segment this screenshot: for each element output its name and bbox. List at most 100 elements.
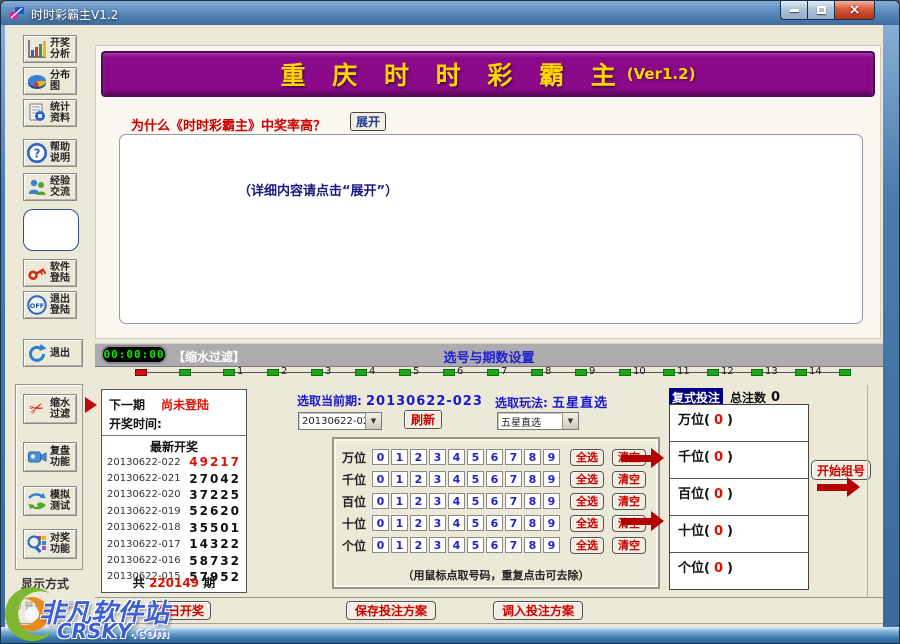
- timeline-tick[interactable]: [443, 369, 455, 376]
- digit-cell[interactable]: 1: [391, 537, 408, 553]
- timeline-tick[interactable]: [707, 369, 719, 376]
- timeline-tick[interactable]: [751, 369, 763, 376]
- digit-cell[interactable]: 6: [486, 449, 503, 465]
- digit-cell[interactable]: 0: [372, 515, 389, 531]
- digit-cell[interactable]: 5: [467, 515, 484, 531]
- digit-cell[interactable]: 7: [505, 537, 522, 553]
- play-type-dropdown[interactable]: 五星直选 ▼: [497, 412, 579, 430]
- sidebar-button-help[interactable]: ? 帮助说明: [23, 139, 77, 167]
- select-all-button[interactable]: 全选: [570, 537, 604, 554]
- digit-cell[interactable]: 4: [448, 515, 465, 531]
- digit-cell[interactable]: 1: [391, 449, 408, 465]
- digit-cell[interactable]: 4: [448, 537, 465, 553]
- select-all-button[interactable]: 全选: [570, 471, 604, 488]
- digit-cell[interactable]: 2: [410, 449, 427, 465]
- digit-cell[interactable]: 9: [543, 471, 560, 487]
- select-all-button[interactable]: 全选: [570, 493, 604, 510]
- sidebar-button-replay[interactable]: 复盘功能: [23, 442, 77, 472]
- digit-cell[interactable]: 5: [467, 471, 484, 487]
- digit-cell[interactable]: 1: [391, 515, 408, 531]
- digit-cell[interactable]: 0: [372, 493, 389, 509]
- digit-cell[interactable]: 6: [486, 493, 503, 509]
- sidebar-button-distribution[interactable]: 分布图: [23, 67, 77, 95]
- digit-cell[interactable]: 0: [372, 449, 389, 465]
- clear-button[interactable]: 清空: [612, 471, 646, 488]
- digit-cell[interactable]: 4: [448, 493, 465, 509]
- digit-cell[interactable]: 5: [467, 449, 484, 465]
- digit-cell[interactable]: 3: [429, 493, 446, 509]
- digit-cell[interactable]: 6: [486, 515, 503, 531]
- digit-cell[interactable]: 5: [467, 537, 484, 553]
- digit-cell[interactable]: 7: [505, 471, 522, 487]
- digit-cell[interactable]: 8: [524, 471, 541, 487]
- timeline-tick[interactable]: [135, 369, 147, 376]
- digit-cell[interactable]: 9: [543, 449, 560, 465]
- digit-cell[interactable]: 6: [486, 471, 503, 487]
- digit-cell[interactable]: 7: [505, 449, 522, 465]
- timeline-tick[interactable]: [179, 369, 191, 376]
- digit-cell[interactable]: 2: [410, 493, 427, 509]
- digit-cell[interactable]: 2: [410, 471, 427, 487]
- digit-cell[interactable]: 3: [429, 515, 446, 531]
- digit-cell[interactable]: 8: [524, 449, 541, 465]
- digit-cell[interactable]: 2: [410, 515, 427, 531]
- timeline-tick[interactable]: [575, 369, 587, 376]
- digit-cell[interactable]: 6: [486, 537, 503, 553]
- timeline-tick[interactable]: [399, 369, 411, 376]
- sidebar-button-statistics[interactable]: 统计资料: [23, 99, 77, 127]
- radio-normal[interactable]: 普通: [13, 598, 44, 613]
- digit-cell[interactable]: 8: [524, 493, 541, 509]
- digit-cell[interactable]: 9: [543, 537, 560, 553]
- clear-button[interactable]: 清空: [612, 537, 646, 554]
- radio-slide[interactable]: 滑动: [54, 598, 85, 613]
- expand-button[interactable]: 展开: [350, 112, 386, 131]
- digit-cell[interactable]: 5: [467, 493, 484, 509]
- timeline-tick[interactable]: [531, 369, 543, 376]
- timeline-tick[interactable]: [311, 369, 323, 376]
- sidebar-button-simulate[interactable]: 模拟测试: [23, 486, 77, 516]
- digit-cell[interactable]: 1: [391, 493, 408, 509]
- timeline-tick[interactable]: [487, 369, 499, 376]
- digit-cell[interactable]: 8: [524, 537, 541, 553]
- digit-cell[interactable]: 9: [543, 493, 560, 509]
- sidebar-button-check-prize[interactable]: 对奖功能: [23, 529, 77, 559]
- clear-button[interactable]: 清空: [612, 493, 646, 510]
- timeline-tick[interactable]: [663, 369, 675, 376]
- timeline-tick[interactable]: [619, 369, 631, 376]
- digit-cell[interactable]: 3: [429, 449, 446, 465]
- sidebar-button-draw-analysis[interactable]: 开奖分析: [23, 35, 77, 63]
- save-plan-button[interactable]: 保存投注方案: [346, 601, 436, 620]
- minimize-button[interactable]: [780, 1, 808, 20]
- digit-cell[interactable]: 4: [448, 449, 465, 465]
- digit-cell[interactable]: 8: [524, 515, 541, 531]
- digit-cell[interactable]: 0: [372, 471, 389, 487]
- timeline-tick[interactable]: [267, 369, 279, 376]
- period-dropdown[interactable]: 20130622-023 ▼: [298, 412, 382, 430]
- today-draws-button[interactable]: 今日开奖: [149, 601, 211, 620]
- sidebar-button-filter[interactable]: ✂ 缩水过滤: [23, 394, 77, 424]
- timeline-tick[interactable]: [795, 369, 807, 376]
- digit-cell[interactable]: 0: [372, 537, 389, 553]
- title-bar[interactable]: 时时彩霸主V1.2: [1, 1, 900, 25]
- digit-cell[interactable]: 3: [429, 537, 446, 553]
- timeline-tick[interactable]: [355, 369, 367, 376]
- timeline-tick[interactable]: [839, 369, 851, 376]
- sidebar-button-exit[interactable]: 退出: [23, 339, 83, 367]
- maximize-button[interactable]: [808, 1, 835, 20]
- refresh-button[interactable]: 刷新: [404, 410, 442, 429]
- digit-cell[interactable]: 2: [410, 537, 427, 553]
- timeline-tick[interactable]: [223, 369, 235, 376]
- select-all-button[interactable]: 全选: [570, 515, 604, 532]
- select-all-button[interactable]: 全选: [570, 449, 604, 466]
- sidebar-button-login[interactable]: 软件登陆: [23, 259, 77, 287]
- digit-cell[interactable]: 4: [448, 471, 465, 487]
- chevron-down-icon[interactable]: ▼: [365, 413, 381, 429]
- digit-cell[interactable]: 7: [505, 515, 522, 531]
- digit-cell[interactable]: 9: [543, 515, 560, 531]
- digit-cell[interactable]: 3: [429, 471, 446, 487]
- sidebar-button-logout[interactable]: OFF 退出登陆: [23, 291, 77, 319]
- chevron-down-icon[interactable]: ▼: [562, 413, 578, 429]
- close-button[interactable]: ×: [835, 1, 875, 20]
- sidebar-button-exchange[interactable]: 经验交流: [23, 173, 77, 201]
- digit-cell[interactable]: 1: [391, 471, 408, 487]
